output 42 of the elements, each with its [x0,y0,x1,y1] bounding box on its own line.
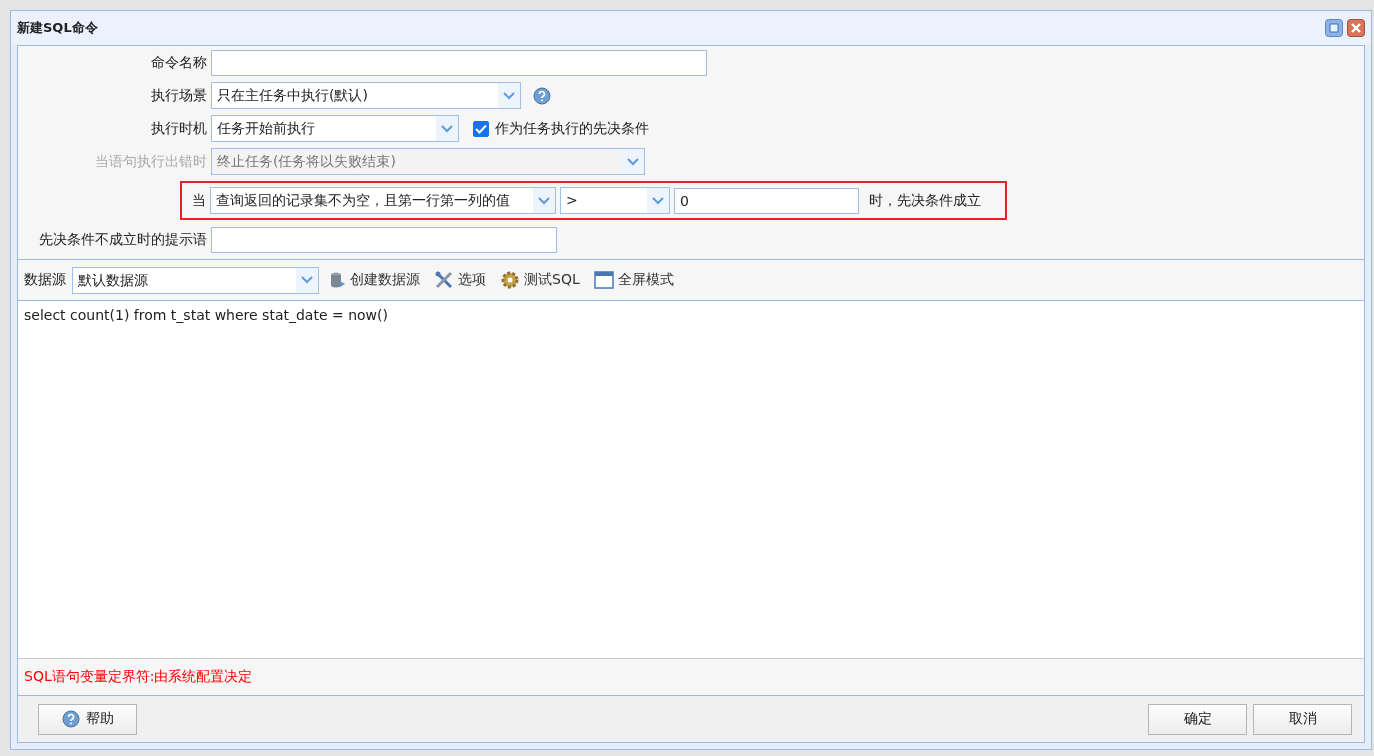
window-icon [593,271,614,289]
datasource-label: 数据源 [24,271,66,289]
toolbar-button[interactable]: 创建数据源 [323,271,425,289]
dropdown-select[interactable]: 任务开始前执行 [211,115,459,142]
field-label: 命令名称 [150,53,208,72]
restore-icon[interactable] [1325,19,1343,37]
datasource-select[interactable]: 默认数据源 [72,266,319,294]
toolbar-button[interactable]: 选项 [429,270,491,290]
field-label: 执行时机 [150,119,208,138]
input-field[interactable] [211,49,707,76]
dropdown-select[interactable]: 只在主任务中执行(默认) [211,82,521,109]
notice-text: SQL语句变量定界符:由系统配置决定 [24,668,253,686]
field-label: 当 [192,191,206,210]
gear-icon [500,270,520,290]
database-icon [328,271,346,289]
field-label: 执行场景 [150,86,208,105]
checkbox-label: 作为任务执行的先决条件 [495,119,649,138]
dialog-button[interactable]: 取消 [1253,703,1352,735]
field-label: 先决条件不成立时的提示语 [38,230,208,249]
close-icon[interactable] [1347,19,1365,37]
condition-select[interactable]: 查询返回的记录集不为空，且第一行第一列的值 [210,187,556,214]
toolbar-button[interactable]: 全屏模式 [588,271,679,289]
dialog-button[interactable]: 确定 [1148,703,1247,735]
help-icon[interactable] [533,86,551,105]
value-field[interactable]: 0 [674,187,859,214]
field-label: 当语句执行出错时 [94,152,208,171]
toolbar-button[interactable]: 测试SQL [495,270,585,290]
tools-icon [434,270,454,290]
help-icon [61,710,80,728]
caret-icon [538,196,550,205]
caret-icon [301,276,313,284]
window-title: 新建SQL命令 [17,19,99,37]
condition-suffix: 时，先决条件成立 [869,191,981,210]
caret-icon [503,91,515,100]
caret-icon [441,124,453,133]
caret-icon [652,196,664,205]
operator-select[interactable]: > [560,187,670,214]
checkbox[interactable] [473,120,489,137]
input-field[interactable] [211,226,557,253]
help-button[interactable]: 帮助 [38,703,137,735]
sql-editor[interactable]: select count(1) from t_stat where stat_date = now() [18,301,1364,658]
caret-icon [627,157,639,166]
